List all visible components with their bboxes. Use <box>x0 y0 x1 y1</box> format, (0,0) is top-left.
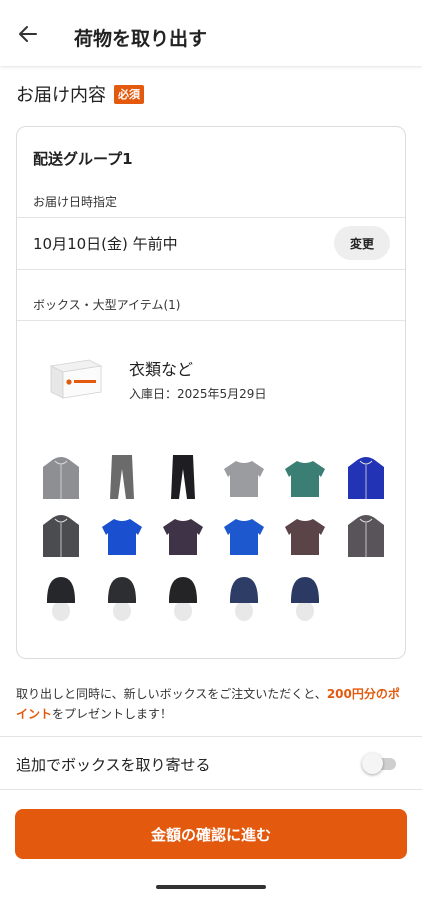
blue-sweater-icon[interactable] <box>222 509 266 561</box>
storage-box-image <box>47 354 103 402</box>
patterned-hoodie-icon[interactable] <box>344 509 388 561</box>
divider <box>17 269 405 270</box>
promo-text: 取り出しと同時に、新しいボックスをご注文いただくと、200円分のポイントをプレゼ… <box>16 684 408 724</box>
page-title: 荷物を取り出す <box>74 28 208 50</box>
delivery-group-card: 配送グループ1 お届け日時指定 10月10日(金) 午前中 変更 ボックス・大型… <box>16 126 406 659</box>
home-indicator <box>156 885 266 889</box>
delivery-date-label: お届け日時指定 <box>33 195 118 209</box>
divider <box>0 789 422 790</box>
add-box-toggle[interactable] <box>362 753 398 774</box>
navy-beanie-icon[interactable] <box>283 571 327 623</box>
blue-sweater-icon[interactable] <box>100 509 144 561</box>
storage-box-icon <box>49 359 103 399</box>
purple-sweater-icon[interactable] <box>161 509 205 561</box>
gray-zip-hoodie-icon[interactable] <box>39 451 83 503</box>
black-beanie-icon[interactable] <box>161 571 205 623</box>
change-date-button[interactable]: 変更 <box>334 226 390 260</box>
divider <box>17 217 405 218</box>
gray-sweater-icon[interactable] <box>222 451 266 503</box>
navy-beanie-icon[interactable] <box>222 571 266 623</box>
app-header: 荷物を取り出す <box>0 0 422 66</box>
promo-text-before: 取り出しと同時に、新しいボックスをご注文いただくと、 <box>16 687 327 701</box>
items-label: ボックス・大型アイテム(1) <box>33 298 181 312</box>
confirm-price-button[interactable]: 金額の確認に進む <box>15 809 407 859</box>
divider <box>0 736 422 737</box>
add-box-toggle-label: 追加でボックスを取り寄せる <box>16 756 211 774</box>
gray-pants-icon[interactable] <box>100 451 144 503</box>
back-button[interactable] <box>12 18 44 50</box>
promo-text-after: をプレゼントします！ <box>52 707 173 721</box>
required-badge: 必須 <box>114 84 144 104</box>
delivery-section-header: お届け内容 必須 <box>16 81 144 107</box>
arrow-left-icon <box>19 26 37 42</box>
item-name: 衣類など <box>129 360 194 379</box>
divider <box>17 320 405 321</box>
toggle-knob <box>362 753 383 774</box>
black-pants-icon[interactable] <box>161 451 205 503</box>
brown-sweater-icon[interactable] <box>283 509 327 561</box>
delivery-date-value: 10月10日(金) 午前中 <box>33 235 178 253</box>
black-beanie-icon[interactable] <box>100 571 144 623</box>
green-sweater-icon[interactable] <box>283 451 327 503</box>
section-title: お届け内容 <box>16 85 106 106</box>
charcoal-hoodie-icon[interactable] <box>39 509 83 561</box>
black-beanie-icon[interactable] <box>39 571 83 623</box>
blue-hoodie-icon[interactable] <box>344 451 388 503</box>
stock-date: 入庫日：2025年5月29日 <box>129 387 267 401</box>
group-title: 配送グループ1 <box>33 150 133 168</box>
